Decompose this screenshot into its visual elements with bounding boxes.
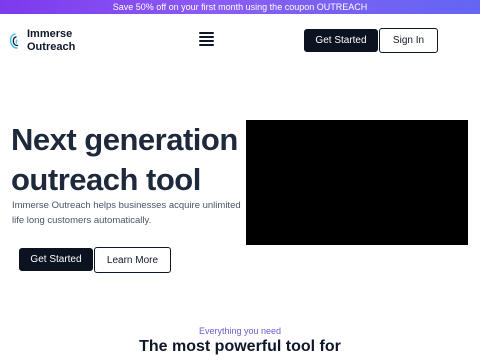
promo-banner: Save 50% off on your first month using t… (0, 0, 480, 14)
hero-title: Next generation outreach tool (11, 122, 238, 197)
logo-line-2: Outreach (27, 41, 76, 53)
logo-icon (9, 33, 19, 49)
nav-get-started-button[interactable]: Get Started (304, 29, 378, 52)
sign-in-button[interactable]: Sign In (379, 28, 438, 53)
hamburger-menu-icon[interactable] (199, 32, 214, 46)
hero-description: Immerse Outreach helps businesses acquir… (12, 200, 241, 226)
logo[interactable]: Immerse Outreach (8, 27, 75, 55)
hero-video[interactable] (246, 120, 468, 245)
learn-more-button[interactable]: Learn More (94, 247, 171, 273)
hero-get-started-button[interactable]: Get Started (19, 248, 93, 271)
logo-text: Immerse Outreach (27, 28, 75, 54)
logo-line-1: Immerse (27, 28, 73, 40)
section-title: The most powerful tool for (139, 338, 341, 355)
section-eyebrow: Everything you need (198, 326, 282, 336)
promo-text: Save 50% off on your first month using t… (112, 2, 368, 12)
